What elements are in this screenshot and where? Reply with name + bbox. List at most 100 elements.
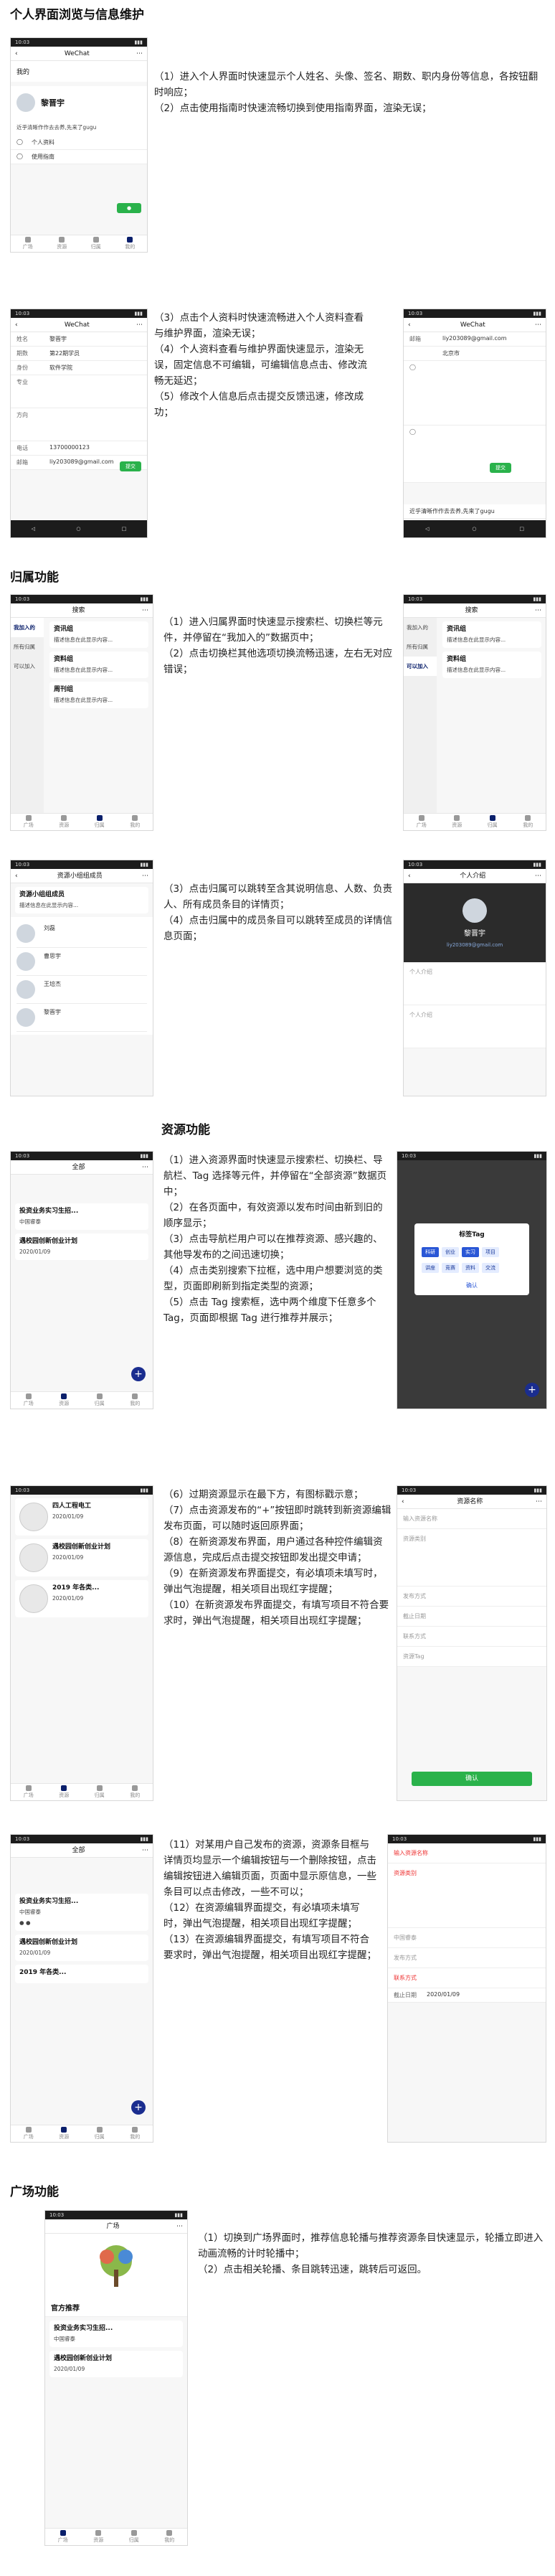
nav-resource[interactable]: 资源 (57, 237, 67, 250)
confirm-button[interactable]: 确认 (412, 1772, 532, 1786)
side-item-all[interactable]: 所有归属 (11, 637, 44, 657)
more-icon[interactable]: ⋯ (142, 869, 148, 883)
nav-back-icon[interactable]: ◁ (32, 526, 35, 532)
me-icon (127, 237, 133, 243)
resource-card[interactable]: 投资业务实习生招... 中国睿泰 (15, 1203, 148, 1230)
screenshot-personal-info-edit: 10:03 ▮▮▮ ‹ WeChat ⋯ 邮箱 liy203089@gmail.com … (403, 309, 546, 538)
screenshot-profile: 10:03 ▮▮▮ ‹ WeChat ⋯ 我的 黎晋宇 近乎清晰作作去去养,先来了gu… (10, 37, 148, 253)
screenshot-tag-filter: 10:03 ▮▮▮ 标签Tag 科研 创业 实习 项目 讲座 竞赛 资料 交流 确认 + (397, 1151, 547, 1409)
more-icon[interactable]: ⋯ (535, 603, 541, 618)
square-icon (24, 237, 31, 243)
submit-button[interactable]: 提交 (120, 461, 141, 471)
nav-recent-icon[interactable]: □ (519, 526, 524, 532)
group-icon (96, 815, 103, 821)
more-icon[interactable]: ⋯ (136, 318, 143, 332)
nav-resource[interactable]: 资源 (59, 815, 69, 829)
confirm-button[interactable]: 确认 (420, 1282, 523, 1289)
add-button[interactable]: + (131, 1367, 146, 1381)
side-item-joinable[interactable]: 可以加入 (11, 657, 44, 676)
user-sign: 近乎清晰作作去去养,先来了gugu (11, 119, 147, 136)
screenshot-group-list: 10:03 ▮▮▮ 搜索 ⋯ 我加入的 所有归属 可以加入 资讯组 描述信息在此显示内… (10, 594, 153, 831)
more-icon[interactable]: ⋯ (142, 1843, 148, 1858)
resource-icon (59, 237, 65, 243)
section-heading-resource: 资源功能 (161, 1123, 210, 1137)
nav-me[interactable]: 我的 (125, 237, 135, 250)
nav-square[interactable]: 广场 (24, 815, 34, 829)
screenshot-personal-info: 10:03 ▮▮▮ ‹ WeChat ⋯ 姓名 黎晋宇 期数 第22期学员 身份 软件学院 … (10, 309, 148, 538)
green-button[interactable]: ● (117, 203, 141, 213)
resource-card[interactable]: 2019 年各类... (15, 1965, 148, 1983)
screenshot-resource-edit: 10:03 ▮▮▮ 输入资源名称 资源类别 中国睿泰 发布方式 联系方式 截止日期… (387, 1834, 546, 2143)
nav-recent-icon[interactable]: □ (122, 526, 127, 532)
avatar (16, 952, 35, 971)
paragraph-5: （1）进入资源界面时快速显示搜索栏、切换栏、导航栏、Tag 选择等元件，并停留在… (163, 1155, 387, 1324)
nav-group[interactable]: 归属 (95, 815, 105, 829)
member-row[interactable]: 曹思宇 (16, 948, 147, 976)
resource-icon (61, 815, 67, 821)
resource-card[interactable]: 2019 年各类... 2020/01/09 (15, 1580, 148, 1617)
more-icon[interactable]: ⋯ (535, 318, 541, 332)
screenshot-square: 10:03 ▮▮▮ 广场 ⋯ 官方推荐 投资业务实习生招... 中国睿泰 遇校园创新创… (44, 2210, 188, 2546)
avatar (16, 924, 35, 943)
official-recommend: 官方推荐 (45, 2298, 187, 2317)
tree-logo-icon (100, 2245, 133, 2287)
section-heading-personal: 个人界面浏览与信息维护 (10, 8, 144, 22)
group-sidebar: 我加入的 所有归属 可以加入 (11, 618, 44, 813)
screenshot-group-detail: 10:03 ▮▮▮ ‹ 资源小组组成员 ⋯ 资源小组组成员 描述信息在此显示内容... … (10, 860, 153, 1096)
group-card[interactable]: 资料组 描述信息在此显示内容... (49, 652, 148, 678)
resource-card[interactable]: 投资业务实习生招... 中国睿泰 ● ● (15, 1894, 148, 1931)
group-card[interactable]: 周刊组 描述信息在此显示内容... (49, 682, 148, 708)
group-card[interactable]: 资料组 描述信息在此显示内容... (442, 652, 541, 678)
nav-group[interactable]: 归属 (91, 237, 101, 250)
person-icon: ◯ (16, 138, 23, 145)
submit-button[interactable]: 提交 (490, 463, 511, 473)
group-card[interactable]: 资讯组 描述信息在此显示内容... (49, 621, 148, 648)
screenshot-own-resource: 10:03 ▮▮▮ 全部 ⋯ 投资业务实习生招... 中国睿泰 ● ● 遇校园创新创业计… (10, 1834, 153, 2143)
menu-personal-info[interactable]: ◯ 个人资料 (11, 136, 147, 150)
expired-stamp-icon (19, 1503, 48, 1531)
expired-stamp-icon (19, 1584, 48, 1613)
resource-card[interactable]: 遇校园创新创业计划 2020/01/09 (49, 2351, 183, 2377)
nav-square[interactable]: 广场 (23, 237, 33, 250)
resource-card[interactable]: 投资业务实习生招... 中国睿泰 (49, 2321, 183, 2347)
more-icon[interactable]: ⋯ (136, 47, 143, 61)
nav-home-icon[interactable]: ○ (472, 526, 476, 532)
more-icon[interactable]: ⋯ (536, 1495, 542, 1509)
nav-back-icon[interactable]: ◁ (425, 526, 429, 532)
nav-me[interactable]: 我的 (130, 815, 140, 829)
add-button[interactable]: + (525, 1383, 539, 1397)
square-icon (25, 815, 32, 821)
avatar (463, 898, 487, 923)
paragraph-3: （1）进入归属界面时快速显示搜索栏、切换栏等元件，并停留在“我加入的”数据页中；… (163, 616, 393, 675)
resource-card[interactable]: 四人工程电工 2020/01/09 (15, 1498, 148, 1536)
more-icon[interactable]: ⋯ (142, 1160, 148, 1175)
section-heading-group: 归属功能 (10, 570, 59, 585)
member-row[interactable]: 黎晋宇 (16, 1004, 147, 1032)
expired-stamp-icon (19, 1543, 48, 1572)
member-row[interactable]: 刘磊 (16, 920, 147, 948)
screenshot-member-detail: 10:03 ▮▮▮ ‹ 个人介绍 ⋯ 黎晋宇 liy203089@gmail.com … (403, 860, 546, 1096)
member-row[interactable]: 王培杰 (16, 976, 147, 1004)
group-card[interactable]: 资讯组 描述信息在此显示内容... (442, 621, 541, 648)
edit-icon[interactable]: ● (19, 1919, 24, 1926)
resource-card[interactable]: 遇校园创新创业计划 2020/01/09 (15, 1233, 148, 1260)
paragraph-1: （1）进入个人界面时快速显示个人姓名、头像、签名、期数、职内身份等信息，各按钮翻… (154, 71, 539, 114)
resource-card[interactable]: 遇校园创新创业计划 2020/01/09 (15, 1935, 148, 1961)
page-title: WeChat (64, 50, 90, 57)
nav-home-icon[interactable]: ○ (76, 526, 80, 532)
side-item-joined[interactable]: 我加入的 (11, 618, 44, 637)
user-name: 黎晋宇 (41, 98, 65, 108)
bottom-nav: 广场 资源 归属 我的 (11, 813, 153, 830)
carousel[interactable] (45, 2234, 187, 2298)
add-button[interactable]: + (131, 2100, 146, 2115)
resource-card[interactable]: 遇校园创新创业计划 2020/01/09 (15, 1539, 148, 1576)
paragraph-2: （3）点击个人资料时快速流畅进入个人资料查看与维护界面，渲染无误； （4）个人资… (154, 312, 367, 418)
tag-dialog: 标签Tag 科研 创业 实习 项目 讲座 竞赛 资料 交流 确认 (414, 1223, 529, 1295)
more-icon[interactable]: ⋯ (176, 2219, 183, 2234)
more-icon[interactable]: ⋯ (535, 869, 541, 883)
more-icon[interactable]: ⋯ (142, 603, 148, 618)
delete-icon[interactable]: ● (26, 1919, 31, 1926)
menu-guide[interactable]: ◯ 使用指南 (11, 150, 147, 164)
paragraph-4: （3）点击归属可以跳转至含其说明信息、人数、负责人、所有成员条目的详情页； （4… (163, 883, 393, 942)
screenshot-resource-list: 10:03 ▮▮▮ 全部 ⋯ 投资业务实习生招... 中国睿泰 遇校园创新创业计划 20… (10, 1151, 153, 1409)
